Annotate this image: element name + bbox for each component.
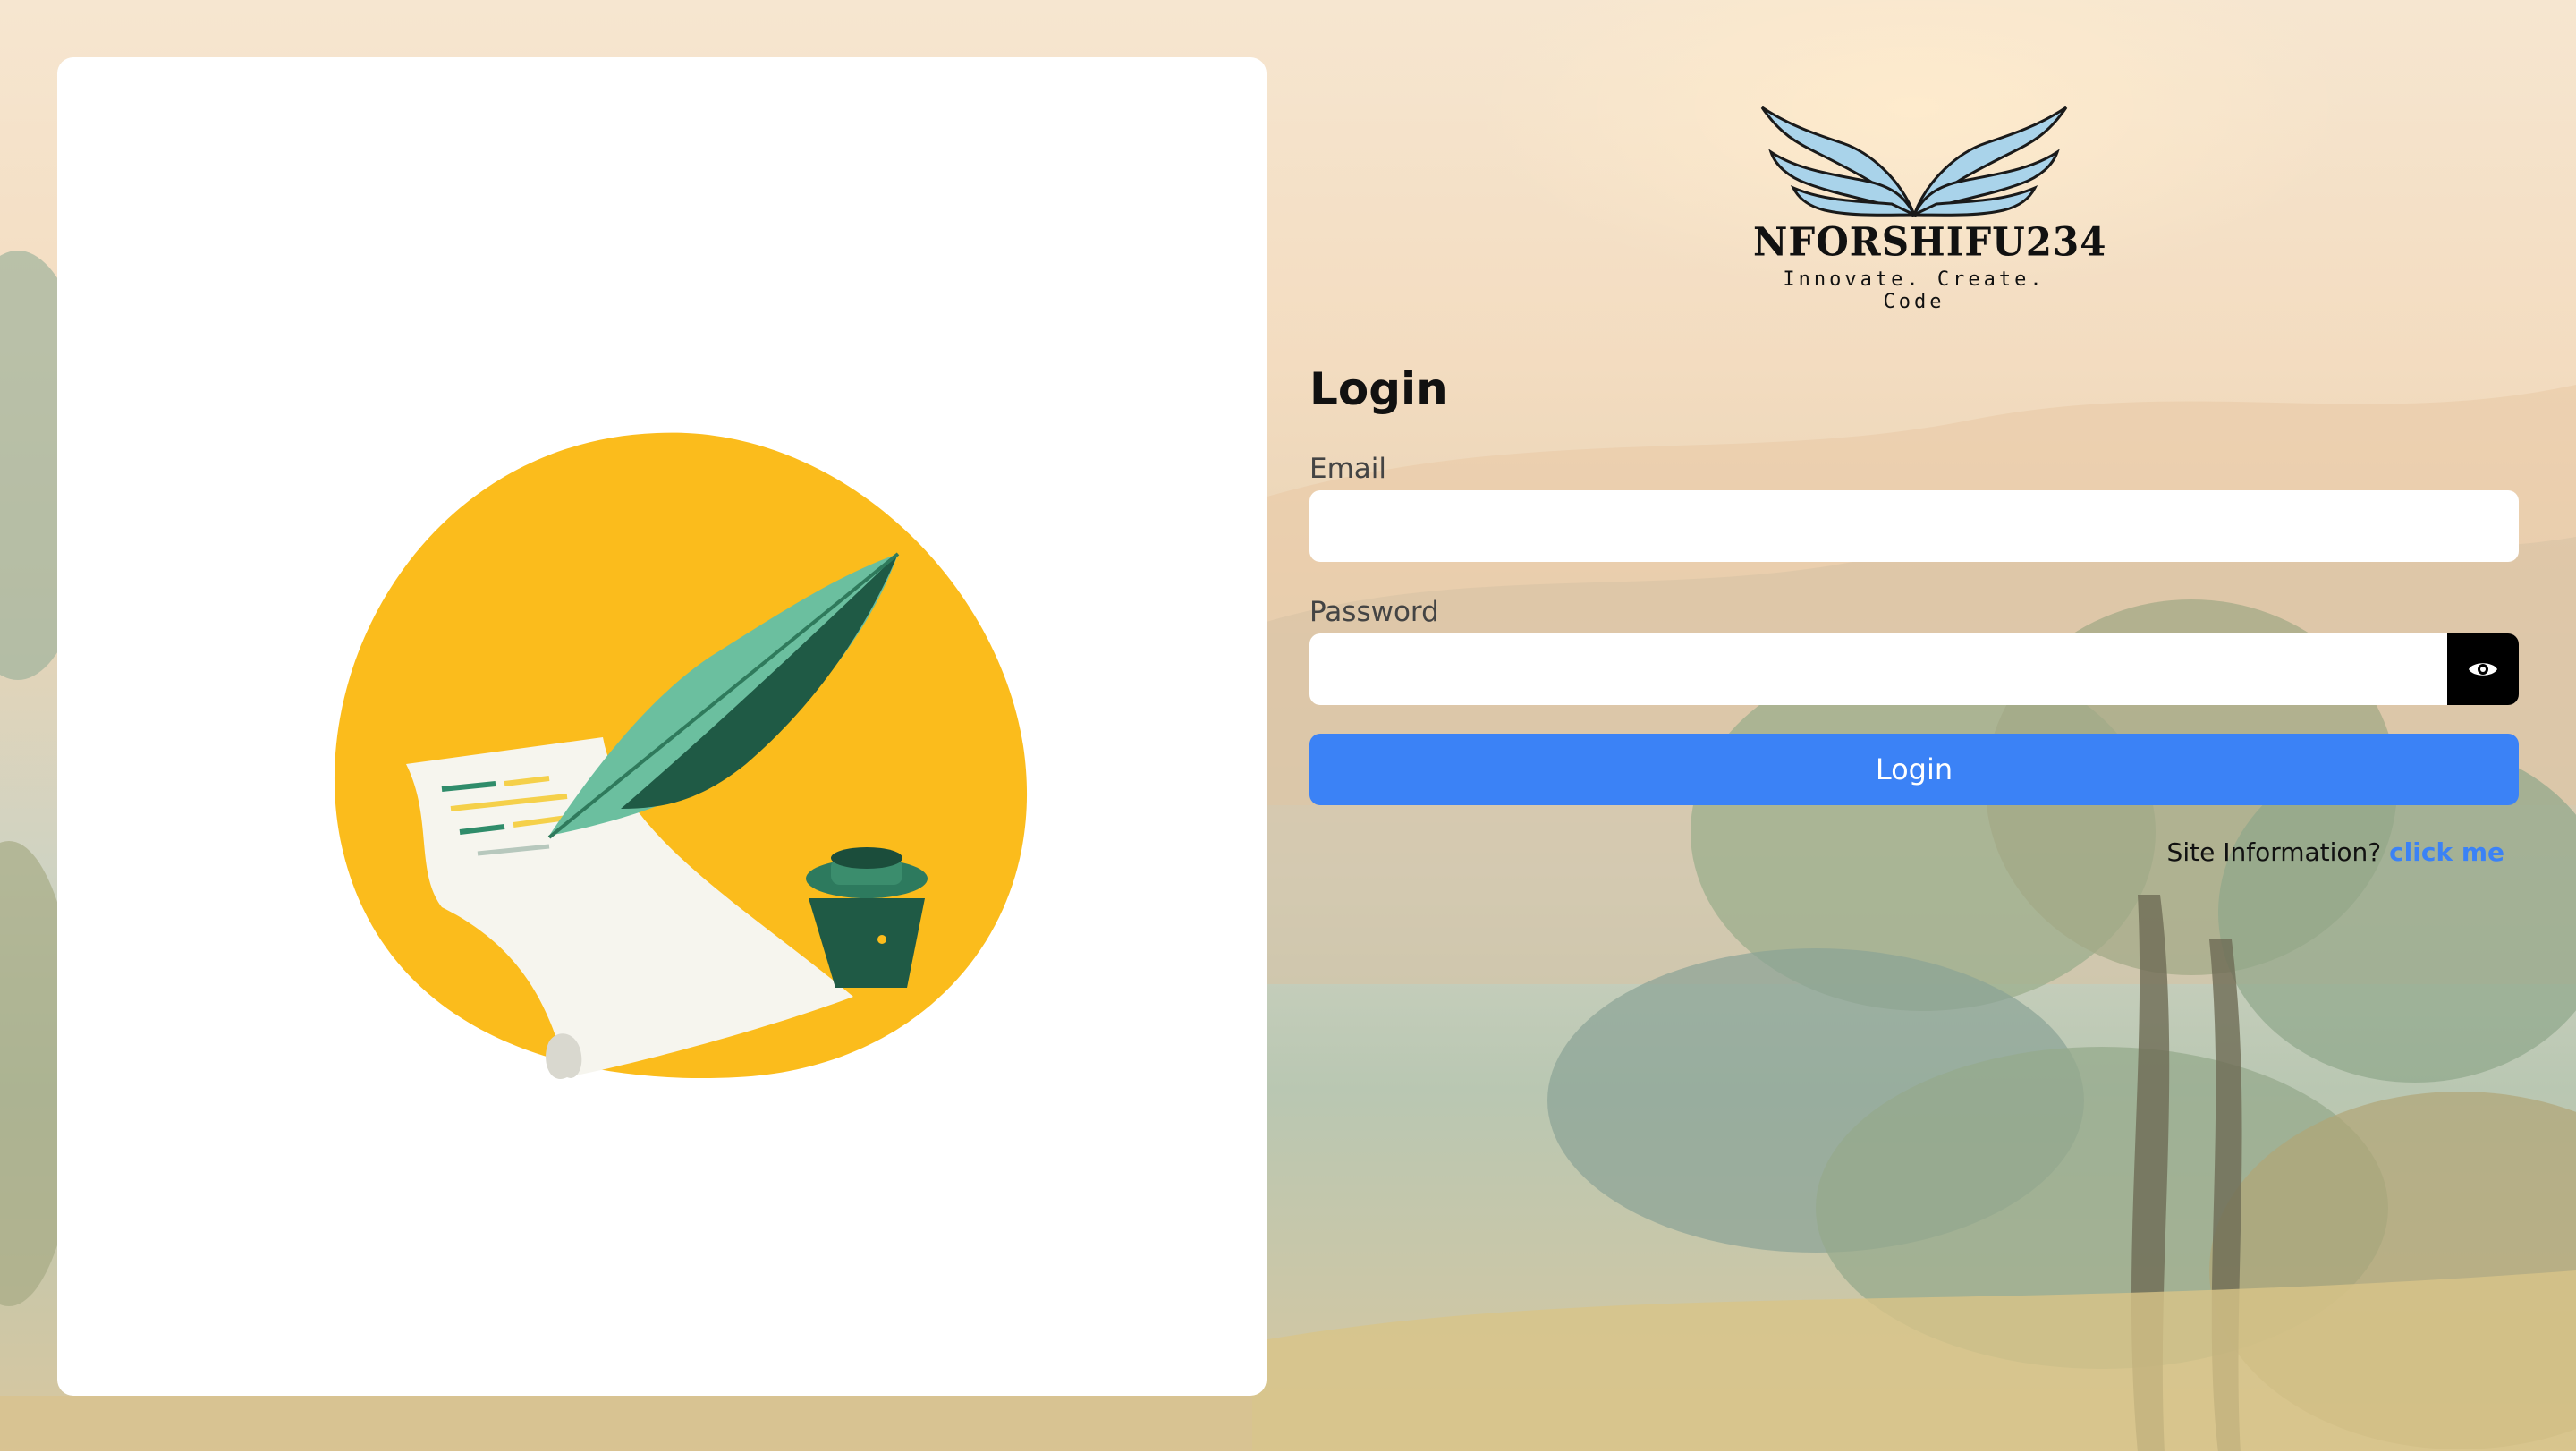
illustration-card <box>57 57 1267 1396</box>
brand-tagline: Innovate. Create. Code <box>1783 268 2046 313</box>
site-info-link[interactable]: click me <box>2389 837 2504 867</box>
page-title: Login <box>1309 363 1448 415</box>
site-info: Site Information? click me <box>1968 837 2504 867</box>
login-button[interactable]: Login <box>1309 734 2519 805</box>
eye-icon <box>2469 663 2497 676</box>
password-field[interactable] <box>1309 633 2447 705</box>
brand-name: NFORSHIFU234 <box>1753 218 2107 266</box>
email-field[interactable] <box>1309 490 2519 562</box>
password-label: Password <box>1309 596 1439 628</box>
quill-scroll-inkwell-illustration <box>334 432 1028 1079</box>
email-label: Email <box>1309 453 1387 485</box>
toggle-password-button[interactable] <box>2447 633 2519 705</box>
site-info-text: Site Information? <box>2166 837 2382 867</box>
